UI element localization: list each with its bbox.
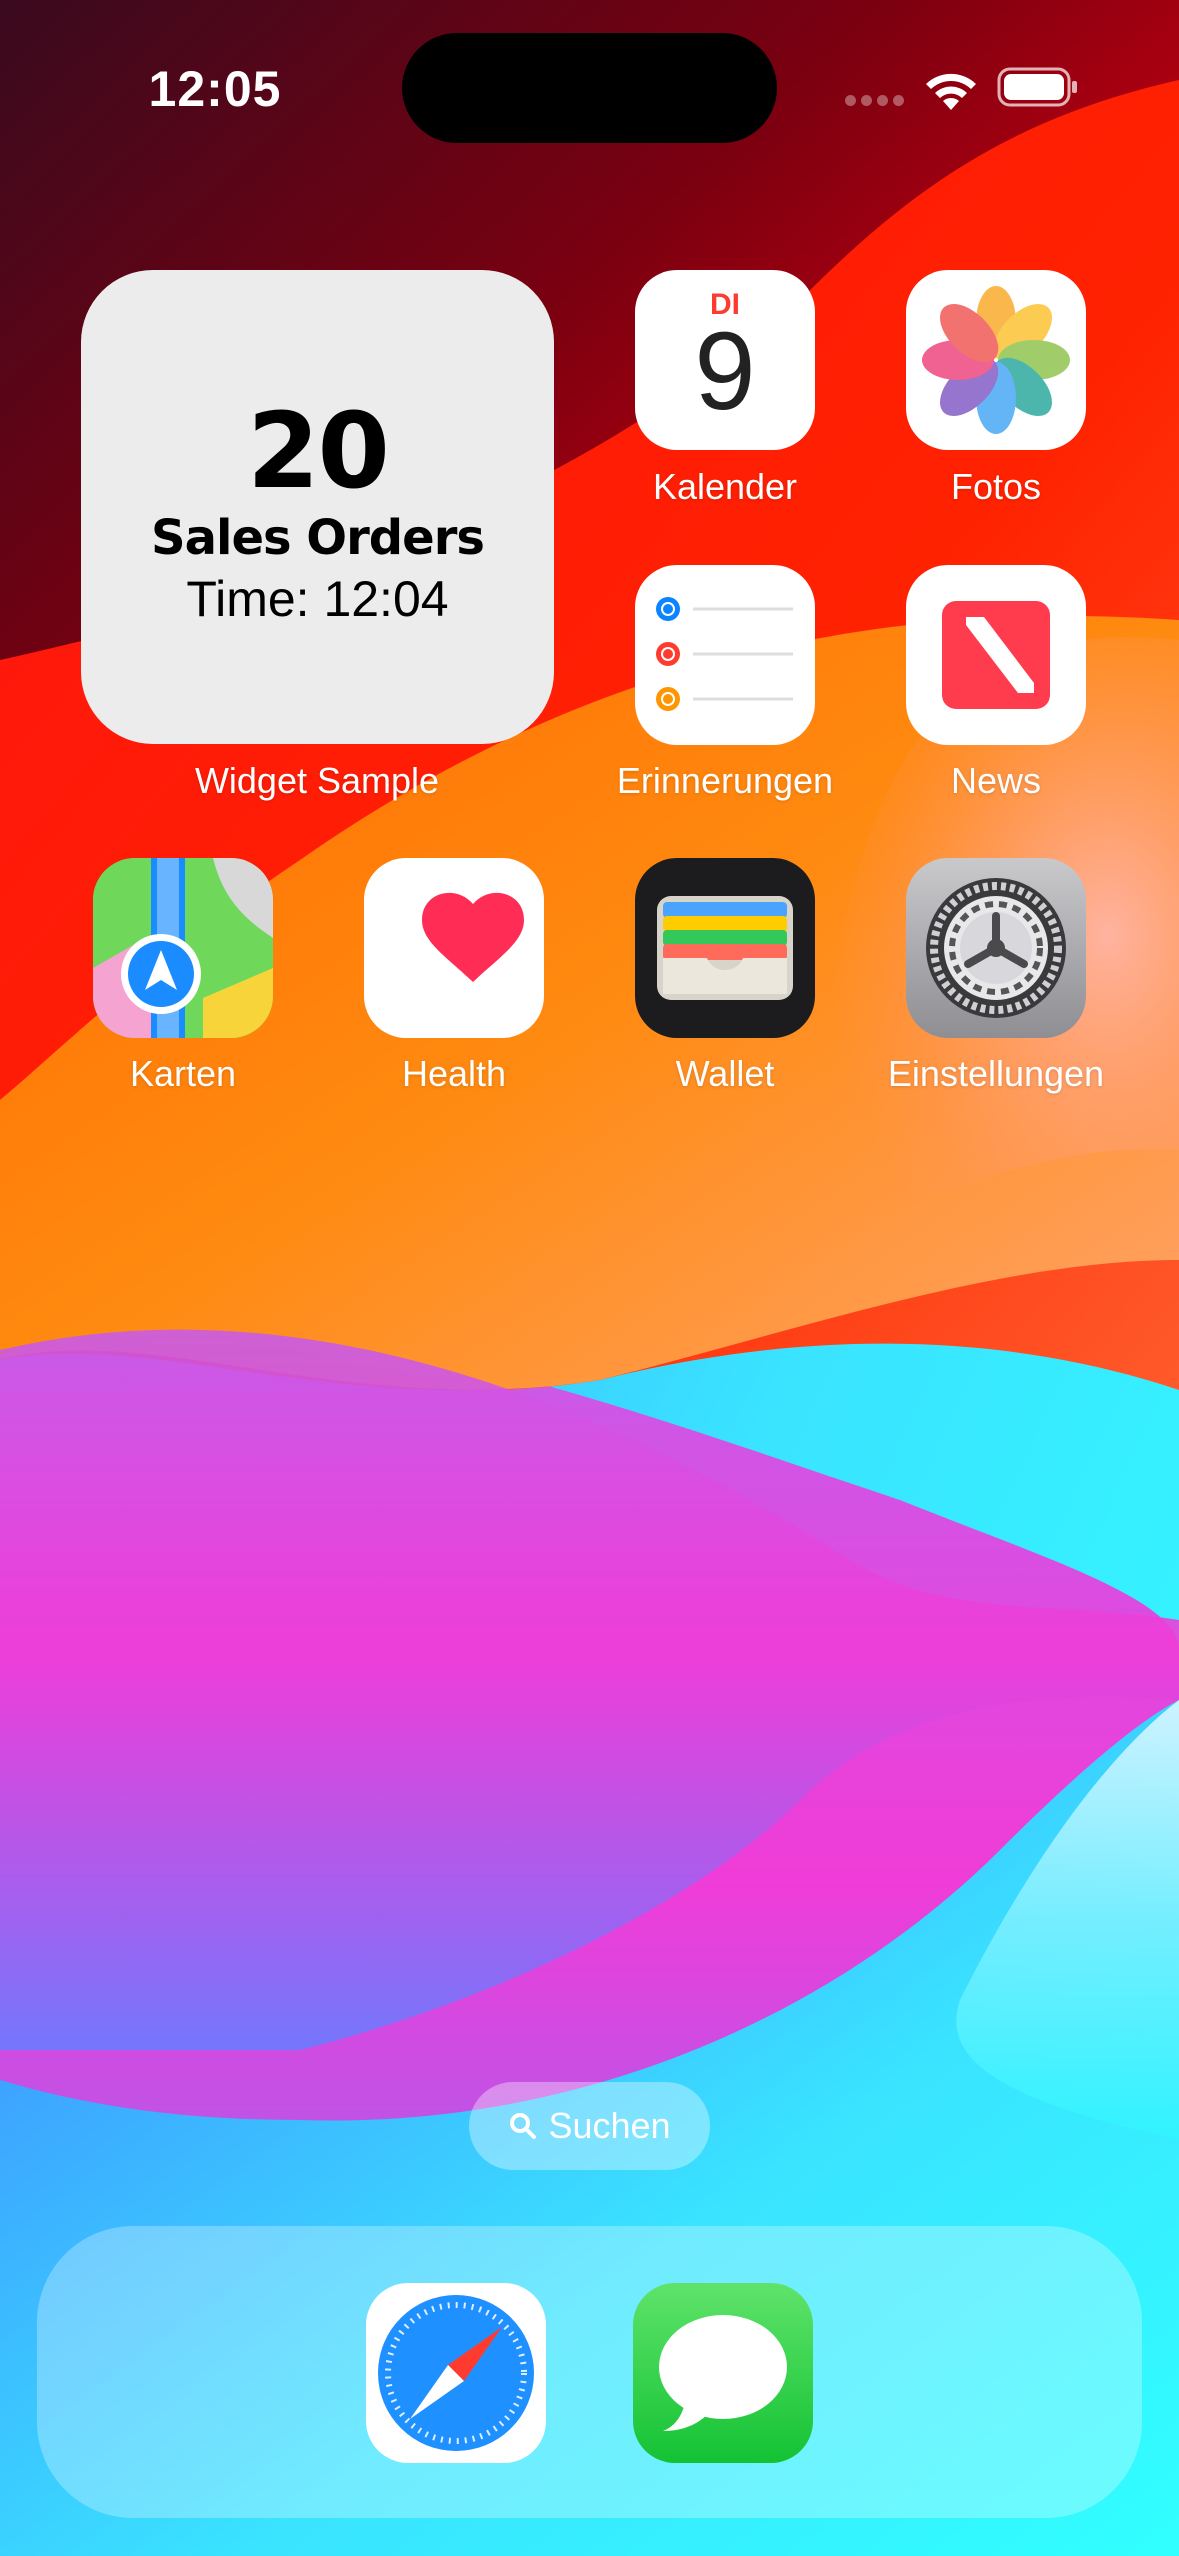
health-app[interactable] (364, 858, 544, 1038)
gear-icon (926, 878, 1066, 1018)
reminders-app[interactable] (635, 565, 815, 745)
widget-title: Sales Orders (151, 510, 485, 566)
battery-icon (997, 67, 1077, 107)
news-icon (942, 601, 1050, 709)
messages-icon (659, 2315, 787, 2431)
widget-count: 20 (247, 390, 390, 512)
news-app[interactable] (906, 565, 1086, 745)
photos-icon (922, 286, 1070, 434)
wallet-app[interactable] (635, 858, 815, 1038)
safari-app[interactable] (366, 2283, 546, 2463)
wifi-icon (926, 73, 976, 110)
reminders-label: Erinnerungen (616, 760, 834, 801)
calendar-app[interactable]: DI 9 (635, 270, 815, 450)
search-icon (510, 2113, 537, 2139)
wallet-icon (657, 896, 793, 1000)
photos-app[interactable] (906, 270, 1086, 450)
photos-label: Fotos (950, 466, 1042, 507)
widget-label: Widget Sample (194, 760, 440, 801)
calendar-label: Kalender (652, 466, 798, 507)
search-button[interactable]: Suchen (469, 2082, 710, 2170)
calendar-day: 9 (694, 310, 756, 433)
sales-orders-widget[interactable]: 20 Sales Orders Time: 12:04 (81, 270, 554, 744)
dock (37, 2226, 1142, 2518)
widget-time: Time: 12:04 (186, 571, 449, 627)
maps-app[interactable] (93, 858, 273, 1038)
safari-icon (378, 2295, 534, 2451)
dynamic-island (402, 33, 777, 143)
maps-label: Karten (129, 1053, 237, 1094)
settings-app[interactable] (906, 858, 1086, 1038)
health-label: Health (401, 1053, 507, 1094)
reminders-icon (656, 597, 793, 711)
settings-label: Einstellungen (887, 1053, 1105, 1094)
cellular-signal-icon (845, 93, 909, 111)
search-label: Suchen (548, 2105, 671, 2146)
heart-icon (422, 892, 524, 982)
news-label: News (950, 760, 1042, 801)
status-time: 12:05 (148, 61, 282, 117)
wallet-label: Wallet (675, 1053, 775, 1094)
messages-app[interactable] (633, 2283, 813, 2463)
maps-icon (93, 858, 273, 1038)
